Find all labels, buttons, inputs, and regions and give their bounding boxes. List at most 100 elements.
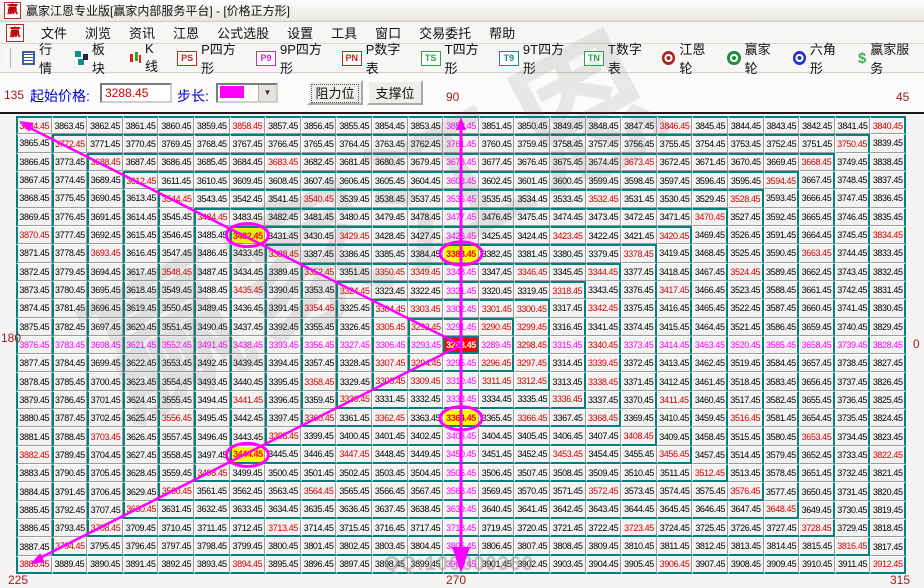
start-price-input[interactable]	[100, 83, 172, 103]
price-cell: 3854.45	[371, 116, 408, 135]
toolbar-button-7[interactable]: T9 9T四方形	[493, 37, 578, 79]
price-cell: 3320.45	[478, 280, 515, 300]
price-cell: 3823.45	[870, 427, 906, 446]
price-cell: 3580.45	[763, 427, 800, 446]
price-cell: 3759.45	[514, 134, 550, 153]
toolbar-button-12[interactable]: $ 赢家服务	[852, 37, 924, 79]
price-cell: 3607.45	[300, 170, 337, 190]
price-cell: 3351.45	[336, 262, 372, 281]
price-cell: 3788.45	[51, 427, 88, 446]
price-cell: 3528.45	[727, 189, 764, 208]
toolbar-button-label: 六角形	[809, 42, 836, 76]
price-cell: 3568.45	[443, 482, 479, 501]
price-cell: 3551.45	[158, 317, 194, 336]
price-cell: 3724.45	[656, 519, 693, 538]
price-cell: 3811.45	[656, 537, 693, 556]
title-bar: 赢 赢家江恩专业版[赢家内部服务平台] - [价格正方形]	[0, 0, 924, 22]
price-cell: 3543.45	[193, 189, 230, 208]
price-cell: 3671.45	[692, 152, 728, 171]
chevron-down-icon[interactable]: ▼	[258, 85, 276, 101]
winner-service-icon: $	[857, 49, 867, 67]
price-cell: 3778.45	[51, 244, 88, 263]
price-cell: 3660.45	[799, 299, 835, 318]
price-cell: 3812.45	[692, 537, 728, 556]
price-cell: 3386.45	[336, 244, 372, 263]
price-cell: 3304.45	[371, 299, 408, 318]
toolbar-button-1[interactable]: 板块	[69, 37, 122, 79]
price-cell: 3818.45	[870, 519, 906, 538]
price-cell: 3571.45	[549, 482, 586, 501]
price-cell: 3832.45	[870, 262, 906, 281]
toolbar-button-2[interactable]: K线	[122, 39, 171, 77]
price-cell: 3590.45	[763, 244, 800, 263]
price-cell: 3748.45	[834, 170, 871, 190]
price-cell: 3380.45	[549, 244, 586, 263]
price-cell: 3702.45	[87, 409, 123, 428]
price-cell: 3733.45	[834, 445, 871, 465]
price-cell: 3352.45	[300, 262, 337, 281]
toolbar-button-11[interactable]: 六角形	[787, 37, 852, 79]
price-cell: 3355.45	[300, 317, 337, 336]
price-cell: 3408.45	[621, 427, 657, 446]
toolbar-button-3[interactable]: PS P四方形	[171, 37, 250, 79]
toolbar-button-10[interactable]: 赢家轮	[721, 37, 786, 79]
price-cell: 3838.45	[870, 152, 906, 171]
price-cell: 3806.45	[478, 537, 515, 556]
toolbar-button-8[interactable]: TN T数字表	[578, 37, 656, 79]
price-cell: 3569.45	[478, 482, 515, 501]
price-cell: 3620.45	[122, 317, 159, 336]
support-button[interactable]: 支撑位	[367, 80, 423, 105]
t-number-table-icon: TN	[583, 50, 604, 66]
price-cell: 3647.45	[727, 500, 764, 520]
price-cell: 3656.45	[799, 372, 835, 391]
toolbar-button-5[interactable]: PN P数字表	[336, 37, 415, 79]
toolbar-button-label: 9P四方形	[280, 42, 322, 76]
price-cell: 3784.45	[51, 354, 88, 373]
resistance-button[interactable]: 阻力位	[307, 80, 363, 105]
price-cell: 3792.45	[51, 500, 88, 520]
price-cell: 3510.45	[621, 464, 657, 483]
price-cell: 3800.45	[265, 537, 301, 556]
price-cell: 3501.45	[300, 464, 337, 483]
price-cell: 3789.45	[51, 445, 88, 465]
price-cell: 3566.45	[371, 482, 408, 501]
price-cell: 3868.45	[16, 189, 52, 208]
price-cell: 3662.45	[799, 262, 835, 281]
price-cell: 3655.45	[799, 390, 835, 410]
price-cell: 3422.45	[585, 225, 622, 245]
price-cell: 3687.45	[122, 152, 159, 171]
price-cell: 3470.45	[692, 207, 728, 226]
price-cell: 3524.45	[727, 262, 764, 281]
toolbar-button-4[interactable]: P9 9P四方形	[250, 37, 336, 79]
price-cell: 3509.45	[585, 464, 622, 483]
price-cell: 3808.45	[549, 537, 586, 556]
tool-bar: 行情 板块 K线 PS P四方形 P9 9P四方形 PN P数字表 TS T四方形 T9 9T四方形 TN…	[0, 41, 924, 76]
price-cell: 3761.45	[443, 134, 479, 153]
price-cell: 3330.45	[336, 390, 372, 410]
price-cell: 3890.45	[87, 555, 123, 574]
price-cell: 3621.45	[122, 335, 159, 355]
price-cell: 3435.45	[229, 280, 266, 300]
price-cell: 3455.45	[621, 445, 657, 465]
step-color-select[interactable]: ▼	[216, 83, 278, 103]
price-cell: 3294.45	[407, 354, 444, 373]
price-cell: 3388.45	[265, 244, 301, 263]
price-cell: 3588.45	[763, 280, 800, 300]
price-cell: 3289.45	[478, 335, 515, 355]
price-cell: 3584.45	[763, 354, 800, 373]
toolbar-button-0[interactable]: 行情	[16, 37, 69, 79]
price-cell: 3346.45	[514, 262, 550, 281]
step-label: 步长:	[177, 88, 209, 104]
toolbar-button-6[interactable]: TS T四方形	[415, 37, 493, 79]
price-cell: 3521.45	[727, 317, 764, 336]
price-cell: 3302.45	[443, 299, 479, 318]
price-cell: 3612.45	[122, 170, 159, 190]
angle-label-270: 270	[446, 573, 467, 587]
price-cell: 3766.45	[265, 134, 301, 153]
price-cell: 3359.45	[300, 390, 337, 410]
price-cell: 3892.45	[158, 555, 194, 574]
price-cell: 3441.45	[229, 390, 266, 410]
toolbar-button-9[interactable]: 江恩轮	[656, 37, 721, 79]
price-cell: 3579.45	[763, 445, 800, 465]
price-cell: 3636.45	[336, 500, 372, 520]
